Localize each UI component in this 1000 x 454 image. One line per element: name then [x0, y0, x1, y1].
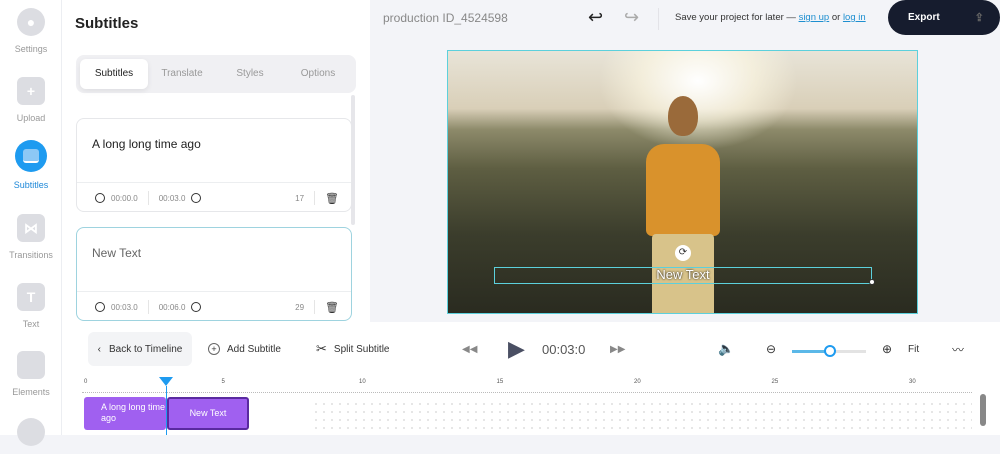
back-label: Back to Timeline — [108, 343, 183, 355]
back-to-timeline-button[interactable]: ‹ Back to Timeline — [88, 332, 192, 366]
forward-icon[interactable]: ▶▶ — [610, 332, 625, 366]
ruler-tick: 5 — [221, 379, 225, 385]
export-button[interactable]: Export ⇪ — [888, 0, 1000, 35]
clock-icon — [191, 302, 202, 312]
ruler-tick: 20 — [634, 379, 641, 385]
clock-icon — [95, 193, 105, 203]
timeline-ruler[interactable]: 0 5 10 15 20 25 30 — [82, 379, 972, 393]
subtitle-card[interactable]: A long long time ago 00:00.0 00:03.0 17 🗑 — [76, 118, 352, 212]
tab-styles[interactable]: Styles — [216, 59, 284, 89]
timeline-area: ‹ Back to Timeline + Add Subtitle ✂ Split S… — [62, 322, 1000, 435]
clock-icon — [95, 302, 105, 312]
trash-icon[interactable]: 🗑 — [325, 301, 339, 314]
project-title[interactable]: production ID_4524598 — [383, 11, 508, 25]
rail-label: Text — [22, 319, 40, 329]
subtitle-text[interactable]: A long long time ago — [92, 137, 201, 151]
transitions-icon: ⋈ — [17, 214, 45, 242]
tab-translate[interactable]: Translate — [148, 59, 216, 89]
rail-label: Upload — [16, 113, 46, 123]
scissors-icon: ✂ — [316, 341, 327, 356]
log-in-link[interactable]: log in — [843, 12, 866, 23]
subtitle-text[interactable]: New Text — [92, 246, 141, 260]
timeline-clip[interactable]: A long long time ago — [84, 397, 166, 430]
char-count: 17 — [295, 193, 305, 203]
rail-text[interactable]: T Text — [0, 283, 62, 329]
plus-icon: + — [208, 343, 220, 355]
rail-elements[interactable]: Elements — [0, 351, 62, 397]
fit-button[interactable]: Fit — [908, 332, 919, 366]
export-label: Export — [908, 12, 940, 23]
undo-icon[interactable]: ↩ — [588, 7, 603, 28]
panel-title: Subtitles — [75, 15, 139, 32]
timeline-clip[interactable]: New Text — [167, 397, 249, 430]
play-icon[interactable]: ▶ — [508, 332, 528, 366]
end-time[interactable]: 00:03.0 — [159, 194, 186, 203]
sign-up-link[interactable]: sign up — [799, 12, 830, 23]
ruler-tick: 0 — [84, 379, 88, 385]
timeline-scrollbar[interactable] — [980, 394, 986, 426]
or-text: or — [831, 12, 841, 23]
current-time: 00:03:0 — [542, 341, 586, 357]
subtitle-card[interactable]: New Text 00:03.0 00:06.0 29 🗑 — [76, 227, 352, 321]
trash-icon[interactable]: 🗑 — [325, 192, 339, 205]
header: production ID_4524598 ↩ ↪ Save your proj… — [370, 0, 1000, 38]
clock-icon — [191, 193, 202, 203]
subtitles-panel: Subtitles Subtitles Translate Styles Opt… — [62, 0, 370, 322]
playhead[interactable] — [159, 377, 173, 386]
slider-knob[interactable] — [824, 345, 836, 357]
rail-label: Subtitles — [13, 180, 49, 190]
upload-icon: ⇪ — [974, 12, 984, 24]
save-text: Save your project for later — — [675, 12, 796, 23]
plus-icon: + — [17, 77, 45, 105]
char-count: 29 — [295, 302, 305, 312]
ruler-tick: 15 — [496, 379, 504, 385]
split-subtitle-button[interactable]: ✂ Split Subtitle — [316, 332, 390, 366]
resize-handle[interactable] — [869, 279, 875, 285]
ruler-tick: 30 — [909, 379, 916, 385]
rail-more[interactable] — [0, 418, 62, 454]
rotate-icon[interactable]: ⟳ — [675, 245, 691, 261]
video-preview[interactable]: ⟳ New Text — [447, 50, 918, 314]
subtitle-overlay[interactable]: New Text — [494, 267, 872, 284]
gear-icon: ● — [17, 8, 45, 36]
rail-settings[interactable]: ● Settings — [0, 8, 62, 54]
start-time[interactable]: 00:03.0 — [111, 303, 138, 312]
redo-icon[interactable]: ↪ — [624, 7, 639, 28]
end-time[interactable]: 00:06.0 — [159, 303, 186, 312]
elements-icon — [17, 351, 45, 379]
text-icon: T — [17, 283, 45, 311]
waveform-icon[interactable]: 〰 — [952, 332, 964, 366]
subtitles-icon — [15, 140, 47, 172]
timeline-track — [312, 400, 972, 430]
rail-subtitles[interactable]: Subtitles — [0, 140, 62, 190]
playhead-line — [166, 386, 167, 435]
rewind-icon[interactable]: ◀◀ — [462, 332, 477, 366]
rail-label: Transitions — [9, 250, 53, 260]
rail-transitions[interactable]: ⋈ Transitions — [0, 214, 62, 260]
tab-options[interactable]: Options — [284, 59, 352, 89]
tab-subtitles[interactable]: Subtitles — [80, 59, 148, 89]
zoom-in-icon[interactable]: ⊕ — [882, 332, 892, 366]
start-time[interactable]: 00:00.0 — [111, 194, 138, 203]
rail-upload[interactable]: + Upload — [0, 77, 62, 123]
zoom-slider[interactable] — [792, 345, 866, 357]
ruler-tick: 25 — [771, 379, 779, 385]
contrast-icon — [17, 418, 45, 446]
ruler-tick: 10 — [359, 379, 366, 385]
add-label: Add Subtitle — [227, 343, 281, 355]
save-prompt: Save your project for later — sign up or… — [675, 12, 866, 23]
zoom-out-icon[interactable]: ⊖ — [766, 332, 776, 366]
volume-icon[interactable]: 🔈 — [718, 332, 734, 366]
rail-label: Settings — [14, 44, 48, 54]
split-label: Split Subtitle — [333, 343, 390, 355]
add-subtitle-button[interactable]: + Add Subtitle — [208, 332, 281, 366]
panel-tabs: Subtitles Translate Styles Options — [76, 55, 356, 93]
rail-label: Elements — [12, 387, 50, 397]
left-rail: ● Settings + Upload Subtitles ⋈ Transitions… — [0, 0, 62, 446]
